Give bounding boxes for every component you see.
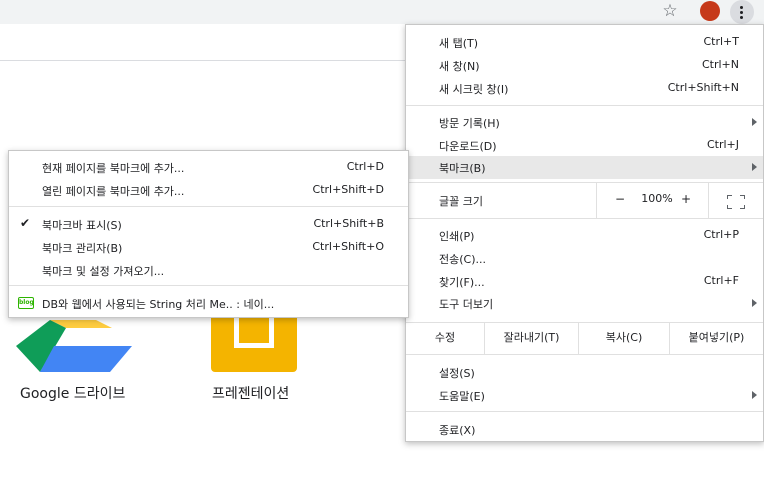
kebab-dot xyxy=(740,6,743,9)
submenu-item-shortcut: Ctrl+Shift+O xyxy=(312,240,384,253)
copy-button[interactable]: 복사(C) xyxy=(578,322,669,354)
menu-separator xyxy=(406,218,763,219)
menu-item-new-tab[interactable]: 새 탭(T) Ctrl+T xyxy=(406,31,763,54)
naver-blog-favicon-icon: blog xyxy=(18,297,34,309)
submenu-item-saved-bookmark[interactable]: blog DB와 웹에서 사용되는 String 처리 Me.. : 네이... xyxy=(9,292,408,315)
menu-item-shortcut: Ctrl+J xyxy=(706,138,739,151)
submenu-item-label: 열린 페이지를 북마크에 추가... xyxy=(42,185,185,198)
submenu-arrow-icon xyxy=(752,299,757,307)
submenu-item-label: 북마크바 표시(S) xyxy=(42,219,122,232)
submenu-item-bookmark-open-pages[interactable]: 열린 페이지를 북마크에 추가... Ctrl+Shift+D xyxy=(9,179,408,202)
menu-item-more-tools[interactable]: 도구 더보기 xyxy=(406,292,763,315)
menu-item-downloads[interactable]: 다운로드(D) Ctrl+J xyxy=(406,134,763,157)
menu-separator xyxy=(406,411,763,412)
menu-item-settings[interactable]: 설정(S) xyxy=(406,361,763,384)
menu-item-label: 새 시크릿 창(I) xyxy=(439,83,509,96)
submenu-item-show-bookmarks-bar[interactable]: ✔ 북마크바 표시(S) Ctrl+Shift+B xyxy=(9,213,408,236)
menu-item-label: 도구 더보기 xyxy=(439,298,494,311)
menu-item-label: 찾기(F)... xyxy=(439,276,485,289)
submenu-separator xyxy=(9,206,408,207)
fullscreen-corner xyxy=(727,195,732,199)
zoom-label: 글꼴 크기 xyxy=(439,195,483,208)
browser-toolbar: ☆ xyxy=(0,0,764,24)
menu-item-label: 다운로드(D) xyxy=(439,140,497,153)
favicon-text: blog xyxy=(19,299,34,306)
submenu-item-shortcut: Ctrl+D xyxy=(346,160,384,173)
zoom-level: 100% xyxy=(641,192,673,205)
submenu-arrow-icon xyxy=(752,118,757,126)
submenu-item-shortcut: Ctrl+Shift+B xyxy=(313,217,384,230)
menu-item-shortcut: Ctrl+Shift+N xyxy=(667,81,739,94)
submenu-separator xyxy=(9,285,408,286)
submenu-item-label: DB와 웹에서 사용되는 String 처리 Me.. : 네이... xyxy=(42,298,275,311)
menu-item-shortcut: Ctrl+F xyxy=(703,274,739,287)
menu-item-label: 도움말(E) xyxy=(439,390,485,403)
menu-item-history[interactable]: 방문 기록(H) xyxy=(406,111,763,134)
edit-label: 수정 xyxy=(434,331,456,344)
zoom-row: 글꼴 크기 − 100% + xyxy=(406,182,763,218)
menu-separator xyxy=(406,354,763,355)
zoom-in-button[interactable]: + xyxy=(679,192,693,206)
profile-avatar[interactable] xyxy=(700,1,720,21)
menu-item-label: 방문 기록(H) xyxy=(439,117,500,130)
menu-item-label: 전송(C)... xyxy=(439,253,486,266)
bookmark-star-icon[interactable]: ☆ xyxy=(660,1,680,21)
kebab-dot xyxy=(740,11,743,14)
chrome-main-menu: 새 탭(T) Ctrl+T 새 창(N) Ctrl+N 새 시크릿 창(I) C… xyxy=(405,24,764,442)
fullscreen-corner xyxy=(740,195,745,199)
fullscreen-separator xyxy=(708,182,709,218)
menu-item-print[interactable]: 인쇄(P) Ctrl+P xyxy=(406,224,763,247)
submenu-item-bookmark-this-page[interactable]: 현재 페이지를 북마크에 추가... Ctrl+D xyxy=(9,156,408,179)
menu-item-shortcut: Ctrl+P xyxy=(703,228,739,241)
fullscreen-corner xyxy=(727,205,732,209)
menu-item-bookmarks[interactable]: 북마크(B) xyxy=(406,156,763,179)
submenu-item-import-bookmarks[interactable]: 북마크 및 설정 가져오기... xyxy=(9,259,408,282)
check-icon: ✔ xyxy=(20,216,31,230)
menu-item-label: 설정(S) xyxy=(439,367,475,380)
fullscreen-icon[interactable] xyxy=(727,195,745,209)
zoom-out-button[interactable]: − xyxy=(613,192,627,206)
menu-item-cast[interactable]: 전송(C)... xyxy=(406,247,763,270)
content-divider xyxy=(0,60,410,61)
submenu-item-label: 북마크 및 설정 가져오기... xyxy=(42,265,165,278)
menu-item-find[interactable]: 찾기(F)... Ctrl+F xyxy=(406,270,763,293)
submenu-item-label: 현재 페이지를 북마크에 추가... xyxy=(42,162,185,175)
submenu-item-shortcut: Ctrl+Shift+D xyxy=(312,183,384,196)
cut-button[interactable]: 잘라내기(T) xyxy=(484,322,578,354)
menu-item-shortcut: Ctrl+N xyxy=(701,58,739,71)
menu-item-exit[interactable]: 종료(X) xyxy=(406,418,763,441)
submenu-arrow-icon xyxy=(752,163,757,171)
menu-separator xyxy=(406,105,763,106)
submenu-item-bookmark-manager[interactable]: 북마크 관리자(B) Ctrl+Shift+O xyxy=(9,236,408,259)
menu-item-label: 새 탭(T) xyxy=(439,37,479,50)
slides-frame xyxy=(234,318,274,348)
chrome-menu-button[interactable] xyxy=(730,0,754,24)
submenu-arrow-icon xyxy=(752,391,757,399)
menu-item-new-incognito-window[interactable]: 새 시크릿 창(I) Ctrl+Shift+N xyxy=(406,77,763,100)
shortcut-title-drive[interactable]: Google 드라이브 xyxy=(20,383,125,403)
paste-button[interactable]: 붙여넣기(P) xyxy=(669,322,763,354)
menu-item-help[interactable]: 도움말(E) xyxy=(406,384,763,407)
menu-item-shortcut: Ctrl+T xyxy=(703,35,739,48)
menu-item-new-window[interactable]: 새 창(N) Ctrl+N xyxy=(406,54,763,77)
edit-row: 수정 잘라내기(T) 복사(C) 붙여넣기(P) xyxy=(406,322,763,354)
kebab-dot xyxy=(740,16,743,19)
google-drive-icon[interactable] xyxy=(16,320,132,372)
menu-item-label: 북마크(B) xyxy=(439,162,486,175)
submenu-item-label: 북마크 관리자(B) xyxy=(42,242,123,255)
menu-item-label: 종료(X) xyxy=(439,424,476,437)
shortcut-title-slides[interactable]: 프레젠테이션 xyxy=(212,383,289,403)
menu-item-label: 새 창(N) xyxy=(439,60,480,73)
fullscreen-corner xyxy=(740,205,745,209)
menu-item-label: 인쇄(P) xyxy=(439,230,475,243)
google-slides-icon[interactable] xyxy=(211,318,297,372)
bookmarks-submenu: 현재 페이지를 북마크에 추가... Ctrl+D 열린 페이지를 북마크에 추… xyxy=(8,150,409,318)
